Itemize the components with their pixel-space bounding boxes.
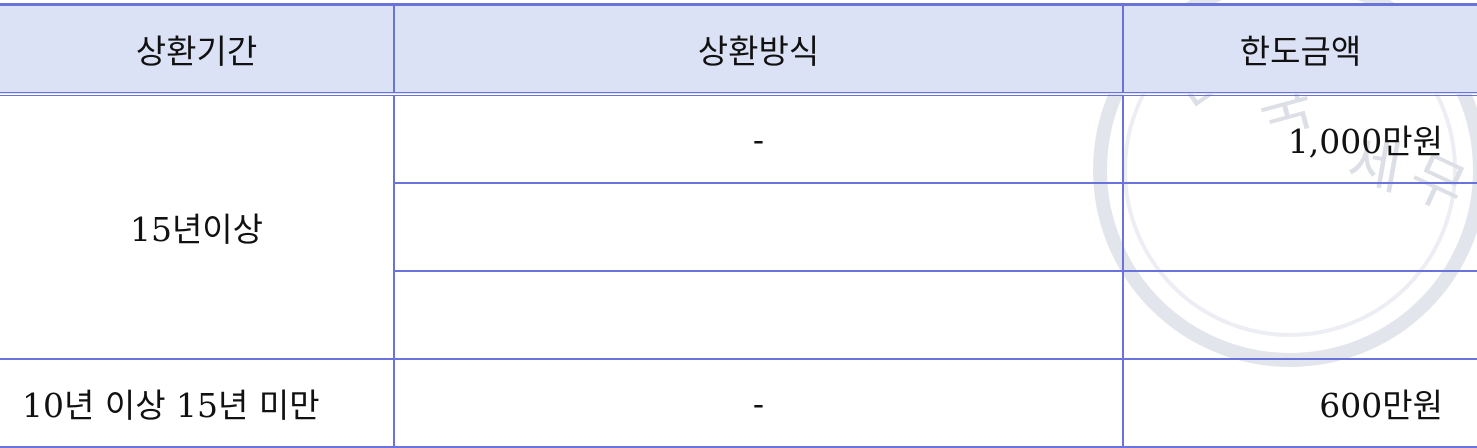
period-cell: 15년이상 bbox=[0, 93, 395, 359]
loan-limit-table: 상환기간 상환방식 한도금액 15년이상 - 1,000만원 10년 이상 15… bbox=[0, 3, 1477, 448]
limit-cell: 600만원 bbox=[1123, 358, 1477, 448]
limit-cell bbox=[1123, 182, 1477, 271]
header-limit-amount: 한도금액 bbox=[1123, 3, 1477, 96]
method-cell bbox=[394, 270, 1124, 359]
table-row: 15년이상 - 1,000만원 bbox=[0, 93, 1477, 359]
header-repayment-method: 상환방식 bbox=[394, 3, 1124, 96]
method-cell: - bbox=[394, 93, 1124, 183]
limit-cell bbox=[1123, 270, 1477, 359]
method-cell: - bbox=[394, 358, 1124, 448]
limit-cell: 1,000만원 bbox=[1123, 93, 1477, 183]
method-cell bbox=[394, 182, 1124, 271]
table-header-row: 상환기간 상환방식 한도금액 bbox=[0, 3, 1477, 96]
header-repayment-period: 상환기간 bbox=[0, 3, 395, 96]
table-row: 10년 이상 15년 미만 - 600만원 bbox=[0, 358, 1477, 448]
period-cell: 10년 이상 15년 미만 bbox=[0, 358, 395, 448]
